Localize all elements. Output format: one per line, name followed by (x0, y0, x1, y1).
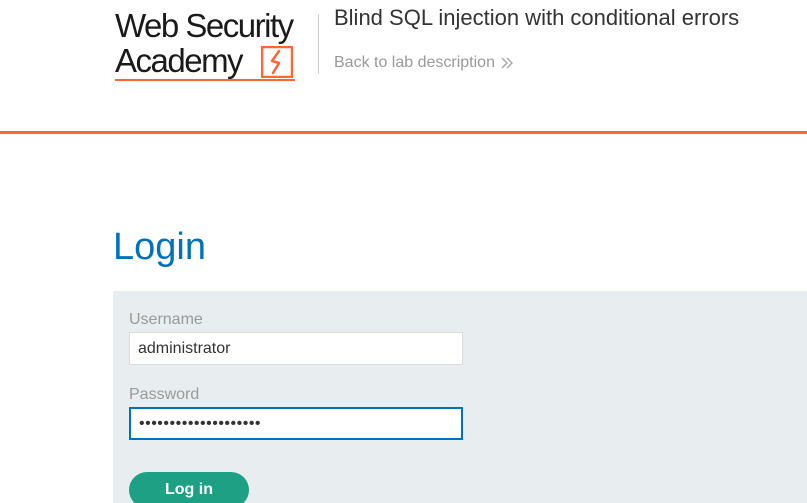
web-security-academy-logo[interactable]: Web Security Academy (115, 8, 315, 84)
lightning-bolt-icon (261, 46, 293, 78)
log-in-button[interactable]: Log in (129, 472, 249, 503)
back-to-lab-description-link[interactable]: Back to lab description (334, 54, 513, 72)
logo-text-line1: Web Security (115, 7, 294, 44)
username-label: Username (129, 311, 203, 328)
login-form: Username Password Log in (113, 291, 807, 503)
double-chevron-right-icon (501, 57, 513, 69)
header: Web Security Academy Blind SQL injection… (0, 0, 807, 131)
page: Web Security Academy Blind SQL injection… (0, 0, 807, 503)
logo-underline (115, 79, 295, 81)
logo-text-line2: Academy (115, 42, 244, 79)
header-divider (318, 14, 319, 74)
page-title: Login (113, 226, 206, 268)
header-orange-rule (0, 131, 807, 134)
password-input[interactable] (129, 407, 463, 440)
username-input[interactable] (129, 332, 463, 365)
lab-title: Blind SQL injection with conditional err… (334, 5, 740, 30)
back-link-label: Back to lab description (334, 54, 495, 71)
password-label: Password (129, 386, 200, 403)
